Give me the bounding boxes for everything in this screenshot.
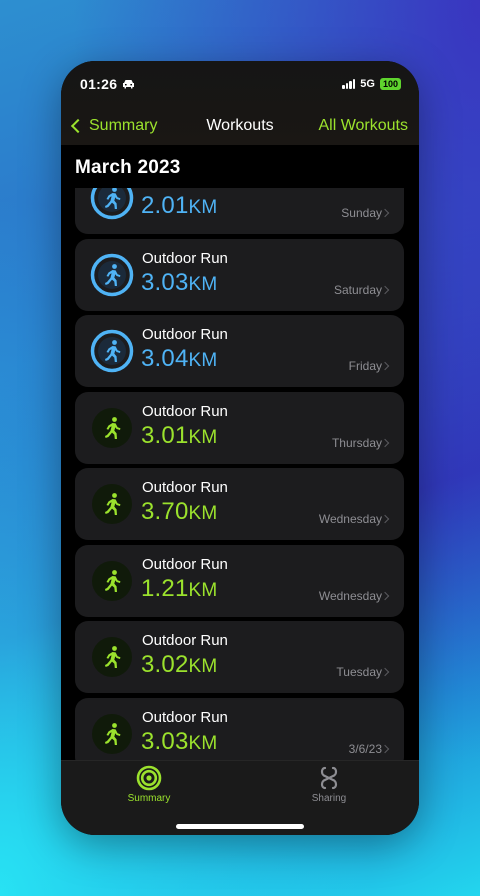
workout-name: Outdoor Run [142, 708, 228, 726]
battery-icon: 100 [379, 78, 401, 90]
workout-day: Wednesday [318, 588, 382, 603]
workout-row[interactable]: Outdoor Run 1.21KM Wednesday [75, 544, 404, 617]
sharing-icon [320, 766, 338, 790]
status-time-group: 01:26 [80, 76, 135, 92]
run-ring-blue-icon [89, 252, 135, 298]
run-green-icon [89, 405, 135, 451]
workout-name: Outdoor Run [142, 249, 228, 267]
workout-unit: KM [188, 350, 218, 371]
workout-unit: KM [188, 197, 218, 218]
workout-distance: 3.70 [141, 498, 189, 525]
back-button[interactable]: Summary [69, 117, 157, 135]
workout-distance: 3.03 [141, 268, 189, 296]
workout-day: Tuesday [336, 665, 382, 679]
workout-row[interactable]: Outdoor Run 3.03KM 3/6/23 [75, 697, 404, 760]
workout-unit: KM [188, 503, 218, 524]
workout-name: Outdoor Run [142, 479, 228, 496]
workout-name: Outdoor Run [142, 402, 228, 420]
workout-unit: KM [188, 579, 218, 601]
workout-day: Thursday [331, 435, 382, 450]
workout-day: 3/6/23 [348, 741, 382, 756]
tab-summary-label: Summary [127, 793, 171, 804]
workout-distance: 3.02 [141, 651, 189, 678]
workout-distance-group: 2.01KM [141, 192, 217, 220]
chevron-left-icon [70, 118, 86, 134]
workout-row[interactable]: Outdoor Run 3.03KM Saturday [75, 238, 404, 311]
activity-rings-icon [136, 765, 162, 791]
chevron-right-icon [380, 438, 390, 447]
workout-name: Outdoor Run [142, 632, 228, 649]
run-ring-blue-icon [89, 188, 135, 221]
workout-list[interactable]: Outdoor Run2.01KMSundayOutdoor Run3.03KM… [61, 188, 419, 760]
all-workouts-button[interactable]: All Workouts [318, 117, 408, 135]
back-label: Summary [89, 117, 158, 134]
workout-day: Sunday [341, 206, 382, 220]
workout-unit: KM [188, 426, 218, 448]
workout-distance-group: 3.01KM [141, 422, 217, 450]
workout-distance-group: 3.70KM [141, 498, 217, 526]
workout-distance: 1.21 [141, 574, 189, 602]
workout-unit: KM [188, 273, 218, 295]
workout-distance-group: 3.02KM [141, 651, 217, 679]
status-bar: 01:26 5G 100 [61, 61, 419, 107]
workout-day: Wednesday [318, 512, 382, 526]
workout-distance: 2.01 [141, 192, 189, 219]
workout-row[interactable]: Outdoor Run 3.02KM Tuesday [75, 621, 404, 693]
workout-day: Saturday [333, 282, 382, 297]
workout-day: Friday [348, 359, 382, 373]
run-green-icon [89, 634, 135, 680]
workout-unit: KM [188, 732, 218, 754]
status-right: 5G 100 [342, 78, 401, 90]
workout-distance-group: 3.04KM [141, 345, 217, 373]
workout-name: Outdoor Run [142, 188, 228, 190]
chevron-right-icon [380, 667, 390, 677]
workout-distance: 3.03 [141, 727, 189, 755]
run-green-icon [89, 711, 135, 757]
workout-distance: 3.04 [141, 345, 189, 372]
workout-distance-group: 3.03KM [141, 728, 217, 756]
chevron-right-icon [380, 591, 390, 600]
workout-unit: KM [188, 656, 218, 677]
workout-row[interactable]: Outdoor Run 3.04KM Friday [75, 315, 404, 387]
phone-screen: 01:26 5G 100 Summary Workouts All Workou… [61, 61, 419, 835]
run-green-icon [89, 481, 135, 527]
workout-row[interactable]: Outdoor Run 3.70KM Wednesday [75, 468, 404, 540]
section-title: March 2023 [75, 157, 181, 178]
status-time: 01:26 [80, 76, 118, 92]
chevron-right-icon [380, 285, 390, 294]
chevron-right-icon [380, 514, 390, 524]
signal-icon [342, 79, 356, 89]
tab-sharing-label: Sharing [311, 793, 347, 804]
workout-distance-group: 3.03KM [141, 269, 217, 297]
run-green-icon [89, 558, 135, 604]
workout-row[interactable]: Outdoor Run 2.01KM Sunday [75, 188, 404, 234]
home-indicator [176, 824, 304, 829]
network-label: 5G [360, 78, 375, 90]
chevron-right-icon [380, 744, 390, 753]
chevron-right-icon [380, 361, 390, 371]
workout-distance: 3.01 [141, 421, 189, 449]
chevron-right-icon [380, 208, 390, 218]
run-ring-blue-icon [89, 328, 135, 374]
tab-sharing[interactable]: Sharing [289, 765, 369, 804]
workout-distance-group: 1.21KM [141, 575, 217, 603]
workout-row[interactable]: Outdoor Run 3.01KM Thursday [75, 391, 404, 464]
tab-summary[interactable]: Summary [109, 765, 189, 804]
workout-name: Outdoor Run [142, 326, 228, 343]
car-icon [123, 80, 135, 89]
nav-bar: Summary Workouts All Workouts [61, 107, 419, 145]
workout-name: Outdoor Run [142, 555, 228, 573]
